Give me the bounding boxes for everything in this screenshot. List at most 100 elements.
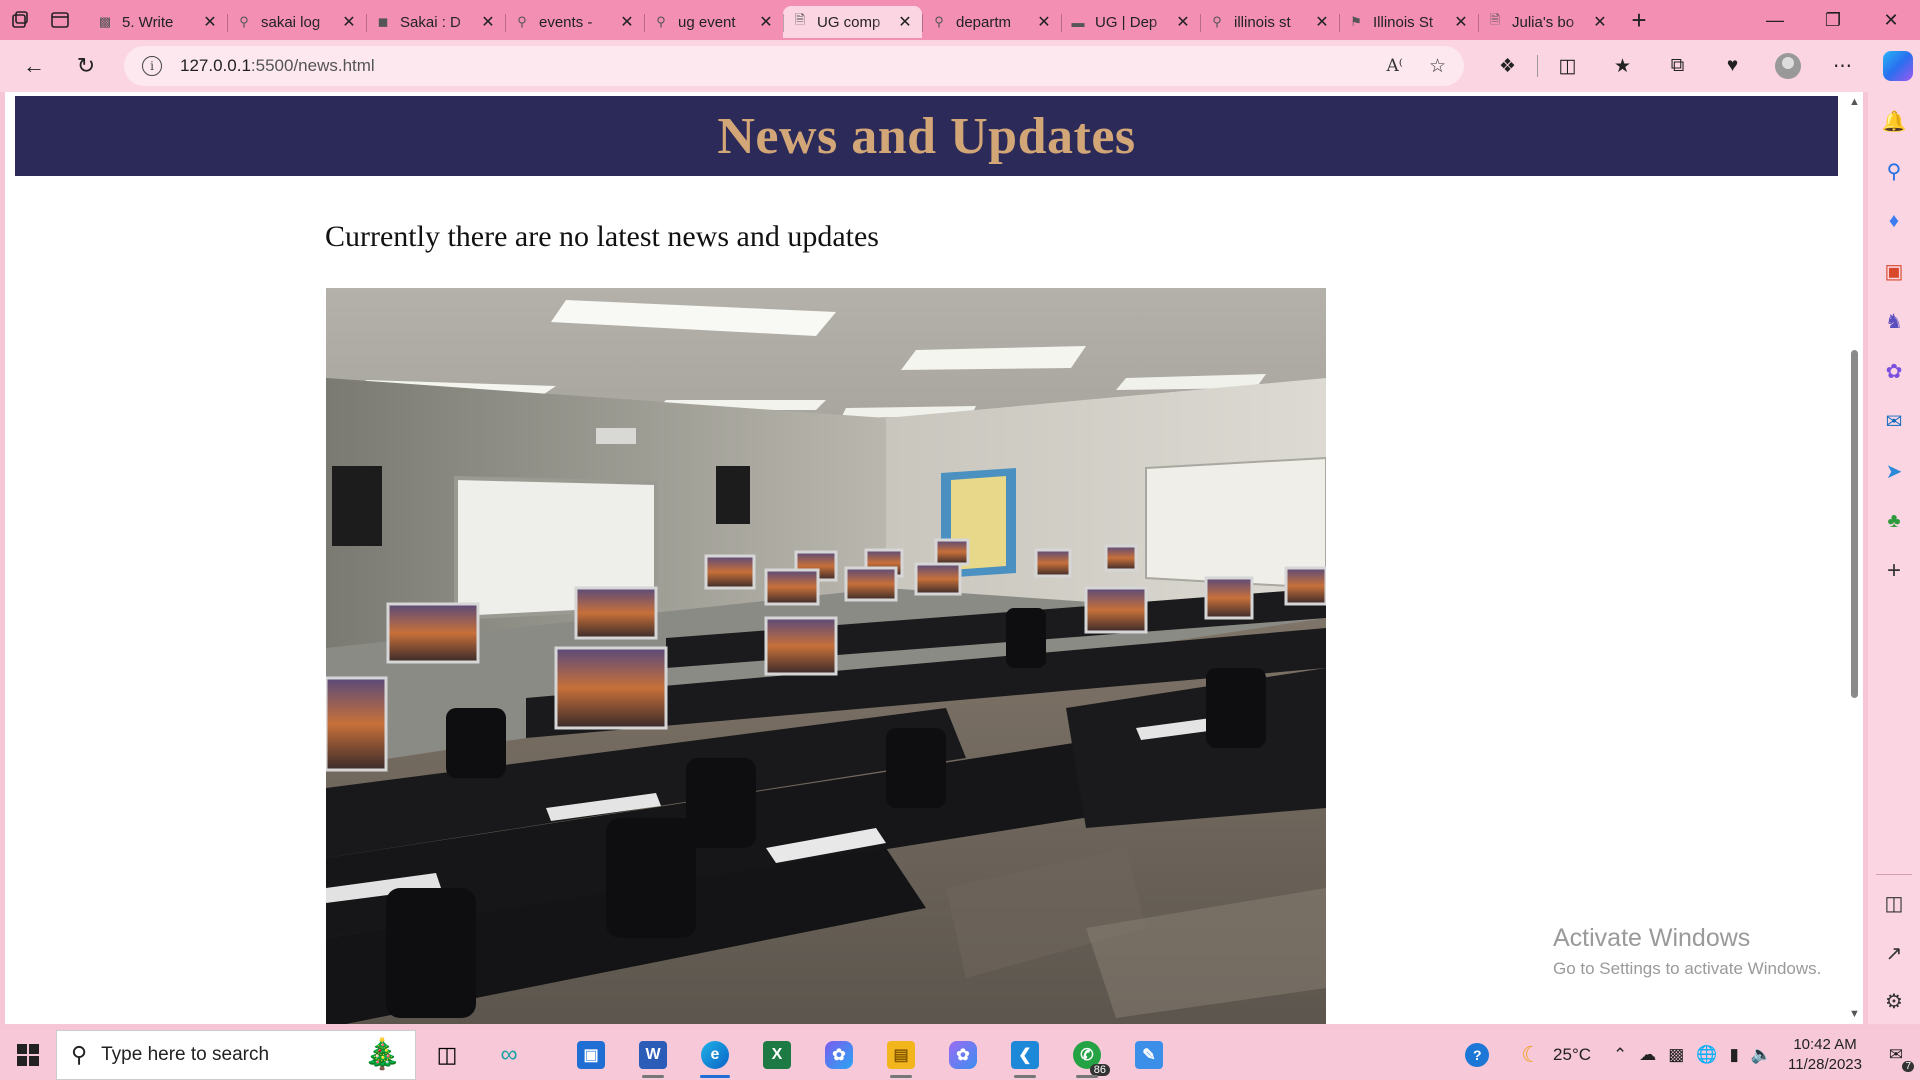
search-highlight-tree-icon[interactable]: 🎄 bbox=[364, 1037, 401, 1072]
close-tab-icon[interactable]: ✕ bbox=[1452, 12, 1470, 32]
word-app-icon[interactable]: W bbox=[622, 1030, 684, 1080]
sidebar-settings-gear-icon[interactable]: ⚙ bbox=[1881, 988, 1907, 1014]
restore-button[interactable]: ❐ bbox=[1804, 0, 1862, 40]
send-drop-icon[interactable]: ➤ bbox=[1881, 458, 1907, 484]
scroll-up-arrow-icon[interactable]: ▲ bbox=[1849, 96, 1860, 108]
close-tab-icon[interactable]: ✕ bbox=[1313, 12, 1331, 32]
page-scrollbar[interactable]: ▲ ▼ bbox=[1845, 92, 1863, 1024]
browser-tab[interactable]: ⚲ ug event ✕ bbox=[644, 6, 783, 38]
browser-tab[interactable]: ▬ UG | Dep ✕ bbox=[1061, 6, 1200, 38]
browser-tab[interactable]: ▩ 5. Write ✕ bbox=[88, 6, 227, 38]
browser-tab[interactable]: ⚑ Illinois St ✕ bbox=[1339, 6, 1478, 38]
close-tab-icon[interactable]: ✕ bbox=[340, 12, 358, 32]
tab-title: 5. Write bbox=[122, 13, 174, 31]
browser-tab[interactable]: 🗎 Julia's bo ✕ bbox=[1478, 6, 1617, 38]
hide-sidebar-icon[interactable]: ◫ bbox=[1881, 890, 1907, 916]
copilot-sidebar-icon[interactable]: ✿ bbox=[1881, 358, 1907, 384]
task-view-icon[interactable]: ◫ bbox=[416, 1030, 478, 1080]
browser-tab[interactable]: 🗎 UG comp ✕ bbox=[783, 6, 922, 38]
scrollbar-thumb[interactable] bbox=[1851, 350, 1858, 698]
address-host: 127.0.0.1 bbox=[180, 56, 251, 75]
browser-tab[interactable]: ⚲ sakai log ✕ bbox=[227, 6, 366, 38]
favorites-icon[interactable]: ★ bbox=[1595, 46, 1650, 86]
shopping-tag-icon[interactable]: ♦ bbox=[1881, 208, 1907, 234]
close-tab-icon[interactable]: ✕ bbox=[896, 12, 914, 32]
browser-tab[interactable]: ⚲ events - ✕ bbox=[505, 6, 644, 38]
address-url[interactable]: 127.0.0.1:5500/news.html bbox=[180, 56, 375, 76]
sidebar-search-icon[interactable]: ⚲ bbox=[1881, 158, 1907, 184]
page-viewport: News and Updates Currently there are no … bbox=[5, 92, 1863, 1024]
temperature[interactable]: 25°C bbox=[1547, 1030, 1597, 1080]
whatsapp-icon[interactable]: ✆ 86 bbox=[1056, 1030, 1118, 1080]
clock-date: 11/28/2023 bbox=[1788, 1056, 1862, 1073]
toolbar-divider bbox=[1537, 55, 1538, 77]
volume-icon[interactable]: 🔈 bbox=[1745, 1030, 1778, 1080]
vscode-icon[interactable]: ❮ bbox=[994, 1030, 1056, 1080]
network-globe-icon[interactable]: 🌐 bbox=[1690, 1030, 1723, 1080]
file-explorer-icon[interactable]: ▤ bbox=[870, 1030, 932, 1080]
notification-bell-icon[interactable]: 🔔 bbox=[1881, 108, 1907, 134]
minimize-button[interactable]: — bbox=[1746, 0, 1804, 40]
tools-briefcase-icon[interactable]: ▣ bbox=[1881, 258, 1907, 284]
browser-tab[interactable]: ◼ Sakai : D ✕ bbox=[366, 6, 505, 38]
system-tray: ? ☾ 25°C ⌃ ☁ ▩ 🌐 ▮ 🔈 10:42 AM 11/28/2023… bbox=[1459, 1030, 1920, 1080]
address-bar[interactable]: i 127.0.0.1:5500/news.html A⁽ ☆ bbox=[124, 46, 1464, 86]
external-link-icon[interactable]: ↗ bbox=[1881, 940, 1907, 966]
tab-title: Julia's bo bbox=[1512, 13, 1575, 31]
microsoft-store-icon[interactable]: ▣ bbox=[560, 1030, 622, 1080]
clock[interactable]: 10:42 AM 11/28/2023 bbox=[1778, 1035, 1872, 1075]
taskbar-search-box[interactable]: ⚲ Type here to search 🎄 bbox=[56, 1030, 416, 1080]
read-aloud-icon[interactable]: A⁽ bbox=[1387, 56, 1403, 76]
outlook-icon[interactable]: ✉ bbox=[1881, 408, 1907, 434]
edge-browser-icon[interactable]: e bbox=[684, 1030, 746, 1080]
back-button[interactable]: ← bbox=[8, 46, 60, 86]
page-header-band: News and Updates bbox=[15, 96, 1838, 176]
taskbar-search-placeholder: Type here to search bbox=[101, 1044, 270, 1065]
browser-tab[interactable]: ⚲ departm ✕ bbox=[922, 6, 1061, 38]
copilot-icon[interactable] bbox=[1870, 46, 1920, 86]
favorite-star-icon[interactable]: ☆ bbox=[1429, 55, 1446, 78]
close-tab-icon[interactable]: ✕ bbox=[201, 12, 219, 32]
battery-icon[interactable]: ▮ bbox=[1724, 1030, 1745, 1080]
new-tab-button[interactable]: + bbox=[1617, 0, 1661, 40]
tab-title: ug event bbox=[678, 13, 736, 31]
copilot-infinity-icon[interactable]: ∞ bbox=[478, 1030, 540, 1080]
help-icon[interactable]: ? bbox=[1459, 1030, 1495, 1080]
close-tab-icon[interactable]: ✕ bbox=[757, 12, 775, 32]
site-info-icon[interactable]: i bbox=[142, 56, 162, 76]
edge-sidebar: 🔔 ⚲ ♦ ▣ ♞ ✿ ✉ ➤ ♣ + ◫ ↗ ⚙ bbox=[1868, 92, 1920, 1024]
tab-title: Illinois St bbox=[1373, 13, 1434, 31]
close-tab-icon[interactable]: ✕ bbox=[1174, 12, 1192, 32]
add-sidebar-app-icon[interactable]: + bbox=[1881, 557, 1907, 584]
window-controls: — ❐ ✕ bbox=[1746, 0, 1920, 40]
collections-icon[interactable]: ⧉ bbox=[1650, 46, 1705, 86]
close-tab-icon[interactable]: ✕ bbox=[618, 12, 636, 32]
excel-app-icon[interactable]: X bbox=[746, 1030, 808, 1080]
refresh-button[interactable]: ↻ bbox=[60, 46, 112, 86]
profile-avatar[interactable] bbox=[1760, 46, 1815, 86]
performance-icon[interactable]: ♥ bbox=[1705, 46, 1760, 86]
close-tab-icon[interactable]: ✕ bbox=[479, 12, 497, 32]
tree-icon[interactable]: ♣ bbox=[1881, 508, 1907, 534]
copilot-app-icon[interactable]: ✿ bbox=[808, 1030, 870, 1080]
windows-taskbar: ⚲ Type here to search 🎄 ◫ ∞ ▣ W e X ✿ ▤ … bbox=[0, 1030, 1920, 1080]
show-hidden-icons-icon[interactable]: ⌃ bbox=[1607, 1030, 1633, 1080]
paint-app-icon[interactable]: ✎ bbox=[1118, 1030, 1180, 1080]
split-screen-icon[interactable]: ◫ bbox=[1540, 46, 1595, 86]
scroll-down-arrow-icon[interactable]: ▼ bbox=[1849, 1008, 1860, 1020]
close-tab-icon[interactable]: ✕ bbox=[1591, 12, 1609, 32]
tab-actions-icon[interactable] bbox=[40, 0, 80, 40]
workspaces-icon[interactable] bbox=[0, 0, 40, 40]
extensions-icon[interactable]: ❖ bbox=[1480, 46, 1535, 86]
copilot-pwa-icon[interactable]: ✿ bbox=[932, 1030, 994, 1080]
onedrive-icon[interactable]: ☁ bbox=[1633, 1030, 1662, 1080]
close-tab-icon[interactable]: ✕ bbox=[1035, 12, 1053, 32]
browser-tab[interactable]: ⚲ illinois st ✕ bbox=[1200, 6, 1339, 38]
meet-now-icon[interactable]: ▩ bbox=[1662, 1030, 1690, 1080]
close-window-button[interactable]: ✕ bbox=[1862, 0, 1920, 40]
start-button[interactable] bbox=[0, 1030, 56, 1080]
notifications-icon[interactable]: ✉ 7 bbox=[1872, 1030, 1920, 1080]
settings-more-icon[interactable]: ⋯ bbox=[1815, 46, 1870, 86]
games-icon[interactable]: ♞ bbox=[1881, 308, 1907, 334]
weather-moon-icon[interactable]: ☾ bbox=[1515, 1030, 1547, 1080]
